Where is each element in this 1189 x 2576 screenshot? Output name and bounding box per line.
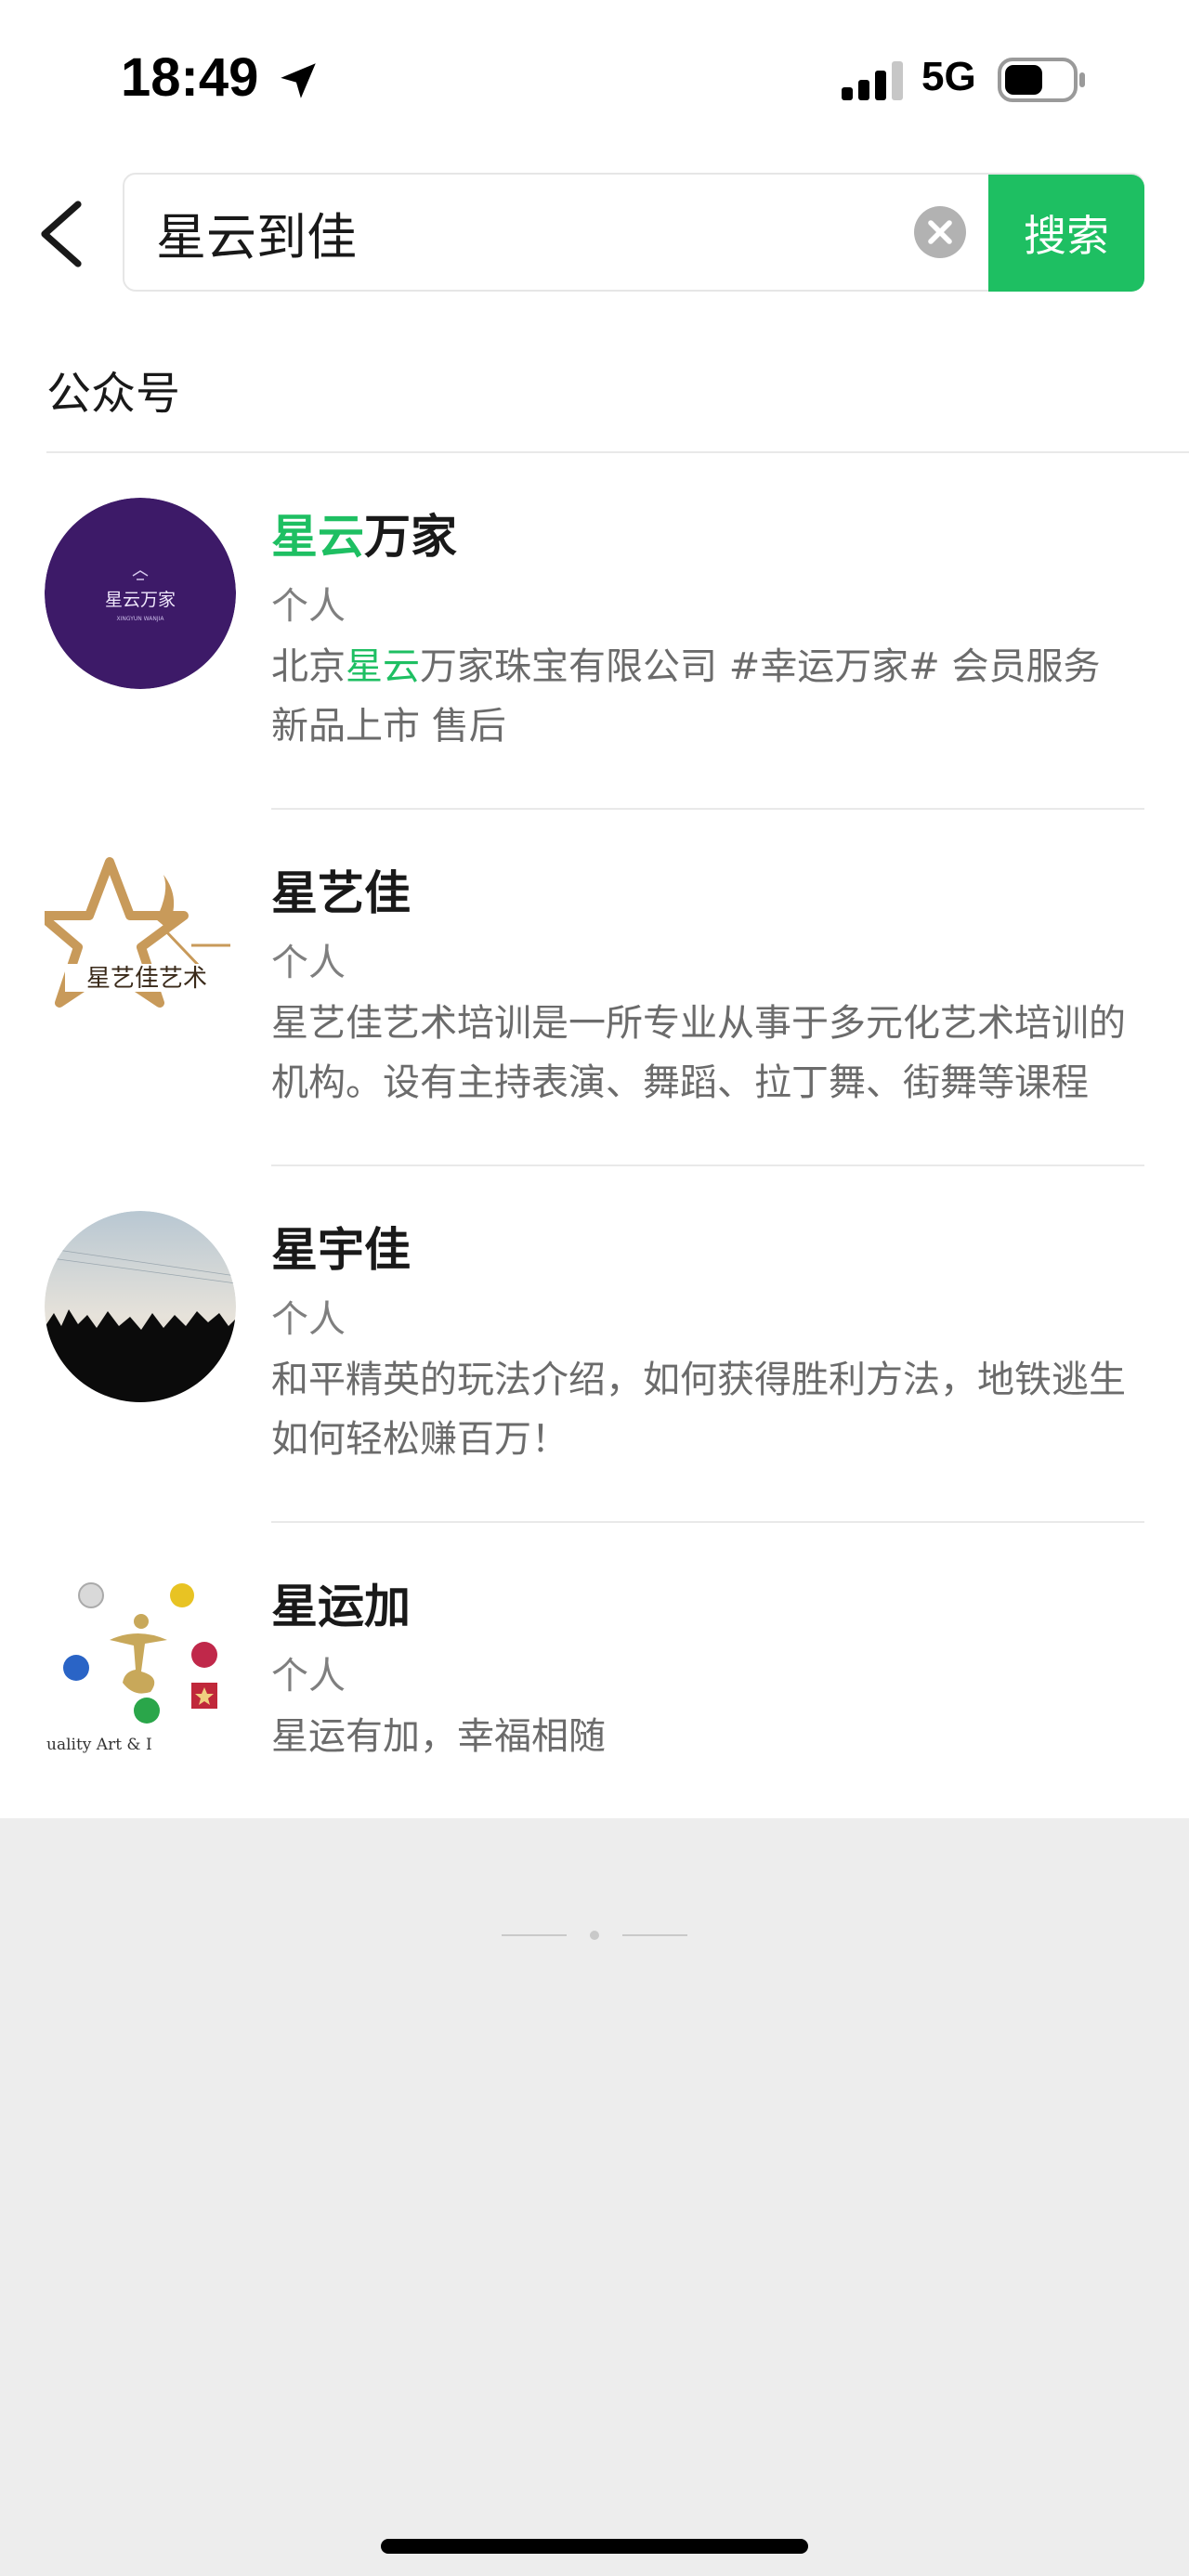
result-description: 星艺佳艺术培训是一所专业从事于多元化艺术培训的机构。设有主持表演、舞蹈、拉丁舞、… [271,1002,1126,1104]
title-highlight: 星云 [271,510,364,564]
result-item-xingyijia[interactable]: 星艺佳艺术 星艺佳 个人 星艺佳艺术培训是一所专业从事于多元化艺术培训的机构。设… [0,810,1189,1166]
result-type: 个人 [271,1298,346,1341]
clear-circle-icon[interactable] [914,206,966,258]
result-title: 星云万家 [271,500,457,566]
desc-prefix: 北京 [271,645,346,688]
result-description: 星运有加，幸福相随 [271,1715,606,1758]
avatar-logo-text: 星艺佳艺术 [86,965,207,993]
list-end-indicator [502,1930,687,1941]
battery-icon [998,58,1085,102]
cellular-signal-icon [842,61,903,100]
status-bar: 18:49 5G [0,0,1189,149]
result-type: 个人 [271,942,346,984]
result-title: 星艺佳 [271,866,411,920]
location-arrow-icon [281,63,316,98]
result-description: 北京星云万家珠宝有限公司 #幸运万家# 会员服务 新品上市 售后 [271,637,1144,756]
home-indicator[interactable] [381,2539,808,2554]
avatar-logo-text: uality Art & I [46,1736,152,1754]
back-button[interactable] [33,199,85,269]
avatar-xingyijia: 星艺佳艺术 [45,854,236,1046]
network-type: 5G [921,54,976,99]
result-type: 个人 [271,585,346,628]
result-title: 星运加 [271,1580,411,1633]
clock-time: 18:49 [121,47,259,108]
result-type: 个人 [271,1655,346,1698]
avatar-logo-subtext: XINGYUN WANJIA [116,616,164,622]
result-title: 星宇佳 [271,1223,411,1277]
result-item-xingyujia[interactable]: 星宇佳 个人 和平精英的玩法介绍，如何获得胜利方法，地铁逃生如何轻松赚百万！ [0,1166,1189,1523]
search-button[interactable]: 搜索 [988,175,1144,292]
result-item-xingyun-wanjia[interactable]: 星云万家 XINGYUN WANJIA 星云万家 个人 北京星云万家珠宝有限公司… [0,453,1189,810]
avatar-xingyun-wanjia: 星云万家 XINGYUN WANJIA [45,498,236,689]
section-title: 公众号 [46,368,181,420]
desc-highlight: 星云 [346,645,420,688]
search-input[interactable] [156,193,899,271]
avatar-xingyunjia: uality Art & I [45,1568,236,1759]
avatar-logo-text: 星云万家 [105,590,176,610]
result-item-xingyunjia[interactable]: uality Art & I 星运加 个人 星运有加，幸福相随 [0,1523,1189,1818]
result-description: 和平精英的玩法介绍，如何获得胜利方法，地铁逃生如何轻松赚百万！ [271,1359,1126,1461]
avatar-xingyujia [45,1211,236,1402]
title-rest: 万家 [364,510,457,564]
